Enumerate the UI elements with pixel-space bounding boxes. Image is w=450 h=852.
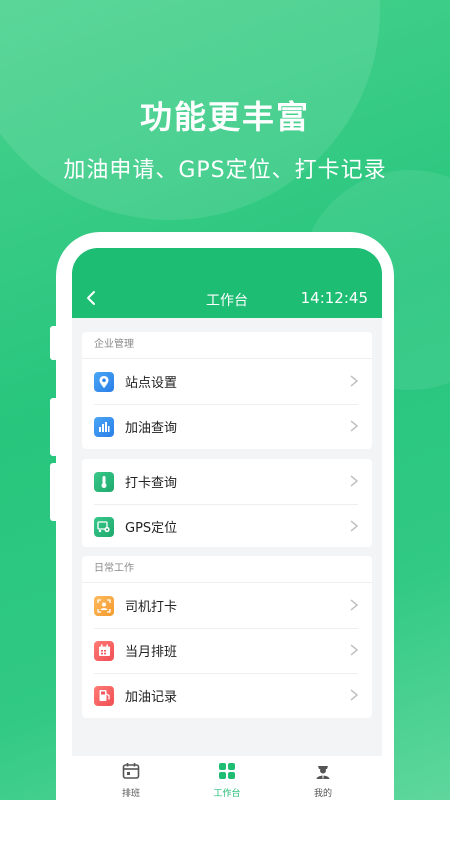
tab-label: 我的 (313, 789, 332, 799)
menu-item-label: 站点设置 (125, 376, 178, 391)
tab-workbench[interactable]: 工作台 (197, 762, 257, 799)
app-header: 工作台 14:12:45 (72, 248, 382, 318)
menu-item-gps-location[interactable]: GPS定位 (82, 504, 372, 549)
tab-schedule[interactable]: 排班 (101, 762, 161, 799)
chevron-right-icon (350, 689, 358, 701)
menu-item-label: 加油记录 (125, 690, 178, 705)
fuel-pump-icon (94, 685, 114, 706)
promo-subline: 加油申请、GPS定位、打卡记录 (63, 158, 387, 183)
bottom-tab-bar: 排班 工作台 我的 (72, 756, 382, 800)
chevron-right-icon (350, 599, 358, 611)
face-scan-icon (94, 595, 114, 616)
menu-item-monthly-schedule[interactable]: 当月排班 (82, 628, 372, 673)
driver-profile-icon (316, 766, 330, 779)
location-pin-icon (94, 371, 114, 392)
chevron-right-icon (350, 644, 358, 656)
checkin-card: 打卡查询 GPS定位 (82, 459, 372, 547)
bar-chart-icon (94, 416, 114, 437)
tab-label: 工作台 (213, 789, 241, 799)
grid-icon (219, 763, 235, 779)
menu-item-site-settings[interactable]: 站点设置 (82, 359, 372, 404)
daily-work-card: 日常工作 司机打卡 当月排班 加油记录 (82, 556, 372, 718)
tab-label: 排班 (121, 789, 140, 799)
menu-item-label: 加油查询 (125, 421, 178, 436)
phone-side-button (50, 326, 56, 360)
menu-item-label: 打卡查询 (125, 476, 178, 491)
menu-item-fuel-records[interactable]: 加油记录 (82, 673, 372, 718)
tab-profile[interactable]: 我的 (293, 762, 353, 799)
menu-item-driver-checkin[interactable]: 司机打卡 (82, 583, 372, 628)
chevron-right-icon (350, 475, 358, 487)
chevron-right-icon (350, 420, 358, 432)
menu-item-label: 司机打卡 (125, 600, 178, 615)
clock-time: 14:12:45 (300, 289, 368, 307)
section-label: 日常工作 (82, 556, 372, 583)
promo-headline: 功能更丰富 (139, 98, 310, 136)
chevron-right-icon (350, 375, 358, 387)
thermometer-icon (94, 471, 114, 492)
vehicle-gps-icon (94, 516, 114, 537)
section-label: 企业管理 (82, 332, 372, 359)
phone-side-button (50, 398, 56, 456)
chevron-right-icon (350, 520, 358, 532)
menu-item-label: 当月排班 (125, 645, 178, 660)
calendar-icon (94, 640, 114, 661)
menu-item-checkin-query[interactable]: 打卡查询 (82, 459, 372, 504)
schedule-icon (122, 763, 140, 779)
menu-item-label: GPS定位 (125, 521, 178, 536)
enterprise-management-card: 企业管理 站点设置 加油查询 (82, 332, 372, 449)
phone-screen: 工作台 14:12:45 企业管理 站点设置 加油查询 打卡查询 GPS定位 日… (72, 248, 382, 800)
menu-item-fuel-query[interactable]: 加油查询 (82, 404, 372, 449)
phone-side-button (50, 463, 56, 521)
